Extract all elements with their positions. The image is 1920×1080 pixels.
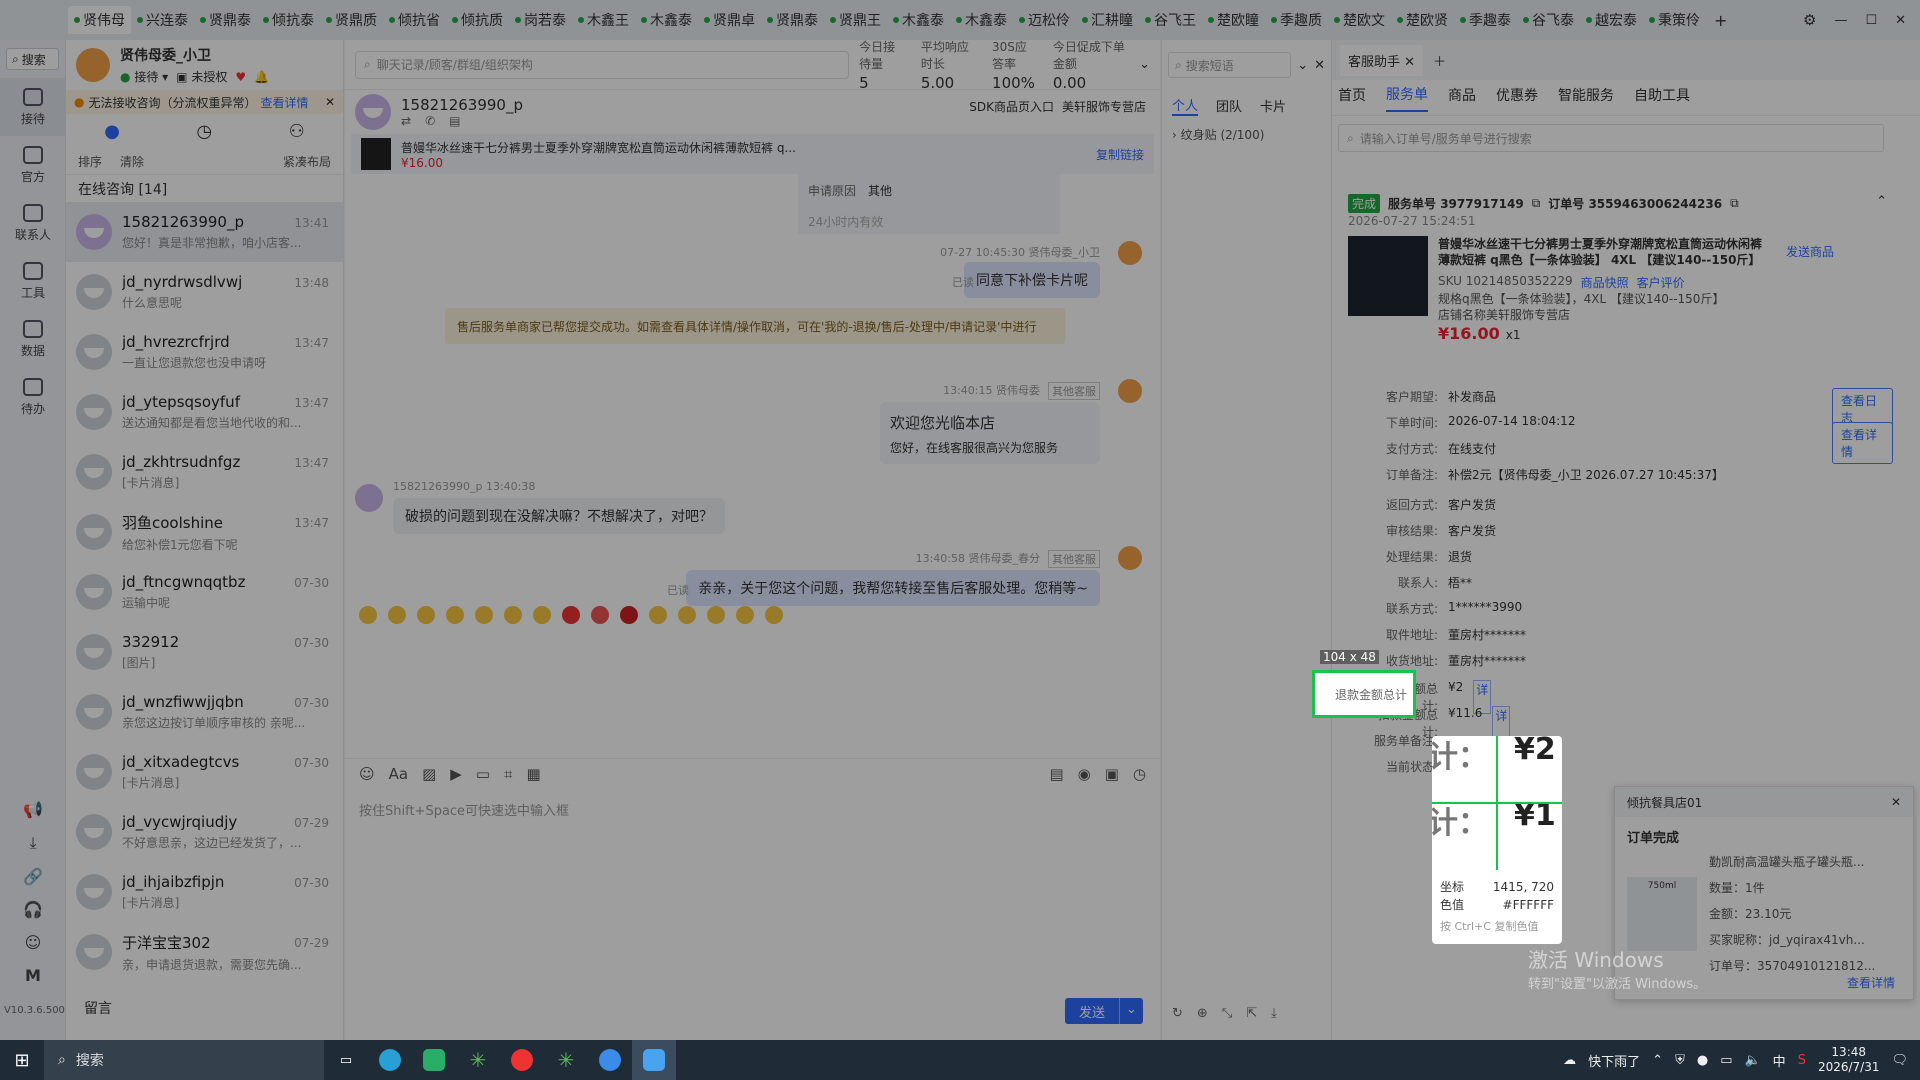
customer-service-app-icon[interactable] — [632, 1040, 676, 1080]
color-picker-popup: 计： ¥2 计： ¥1 坐标 1415, 720 色值 #FFFFFF 按 Ctrl… — [1432, 736, 1562, 944]
copy-hint: 按 Ctrl+C 复制色值 — [1440, 920, 1539, 933]
task-view-icon[interactable]: ▭ — [324, 1040, 368, 1080]
app-icon[interactable]: ✳ — [544, 1040, 588, 1080]
wechat-icon[interactable] — [412, 1040, 456, 1080]
weather-icon[interactable]: ☁ — [1563, 1053, 1576, 1068]
cursor-coordinate: 1415, 720 — [1492, 880, 1554, 894]
clock[interactable]: 13:48 2026/7/31 — [1818, 1045, 1880, 1075]
notification-icon[interactable]: 🗨 — [1891, 1053, 1908, 1068]
selection-box[interactable]: 退款金额总计 — [1312, 670, 1416, 718]
network-icon[interactable]: ▭ — [1720, 1053, 1732, 1068]
input-method-icon[interactable]: S — [1798, 1053, 1806, 1068]
zoom-preview: 计： ¥2 计： ¥1 — [1432, 736, 1562, 870]
activate-windows-sub: 转到"设置"以激活 Windows。 — [1528, 977, 1707, 992]
shield-icon[interactable]: ⛨ — [1675, 1053, 1685, 1068]
windows-start-icon[interactable]: ⊞ — [0, 1040, 44, 1080]
taskbar-search[interactable]: ⌕ 搜索 — [44, 1040, 324, 1080]
search-icon: ⌕ — [58, 1052, 66, 1068]
wechat-tray-icon[interactable]: ● — [1697, 1053, 1708, 1068]
color-value: #FFFFFF — [1502, 898, 1554, 912]
selection-size: 104 x 48 — [1320, 650, 1379, 664]
edge-icon[interactable] — [368, 1040, 412, 1080]
taskbar: ⊞ ⌕ 搜索 ▭ ✳ ✳ ☁ 快下雨了 ⌃ ⛨ ● ▭ 🔈 中 S 13:48 2… — [0, 1040, 1920, 1080]
app-icon[interactable] — [500, 1040, 544, 1080]
screenshot-dim-overlay — [0, 0, 1920, 1040]
tray-expand-icon[interactable]: ⌃ — [1652, 1053, 1663, 1068]
activate-windows-title: 激活 Windows — [1528, 948, 1664, 972]
app-icon[interactable]: ✳ — [456, 1040, 500, 1080]
ime-indicator[interactable]: 中 — [1773, 1051, 1786, 1070]
weather-text: 快下雨了 — [1588, 1054, 1641, 1070]
volume-icon[interactable]: 🔈 — [1744, 1053, 1760, 1068]
browser-icon[interactable] — [588, 1040, 632, 1080]
